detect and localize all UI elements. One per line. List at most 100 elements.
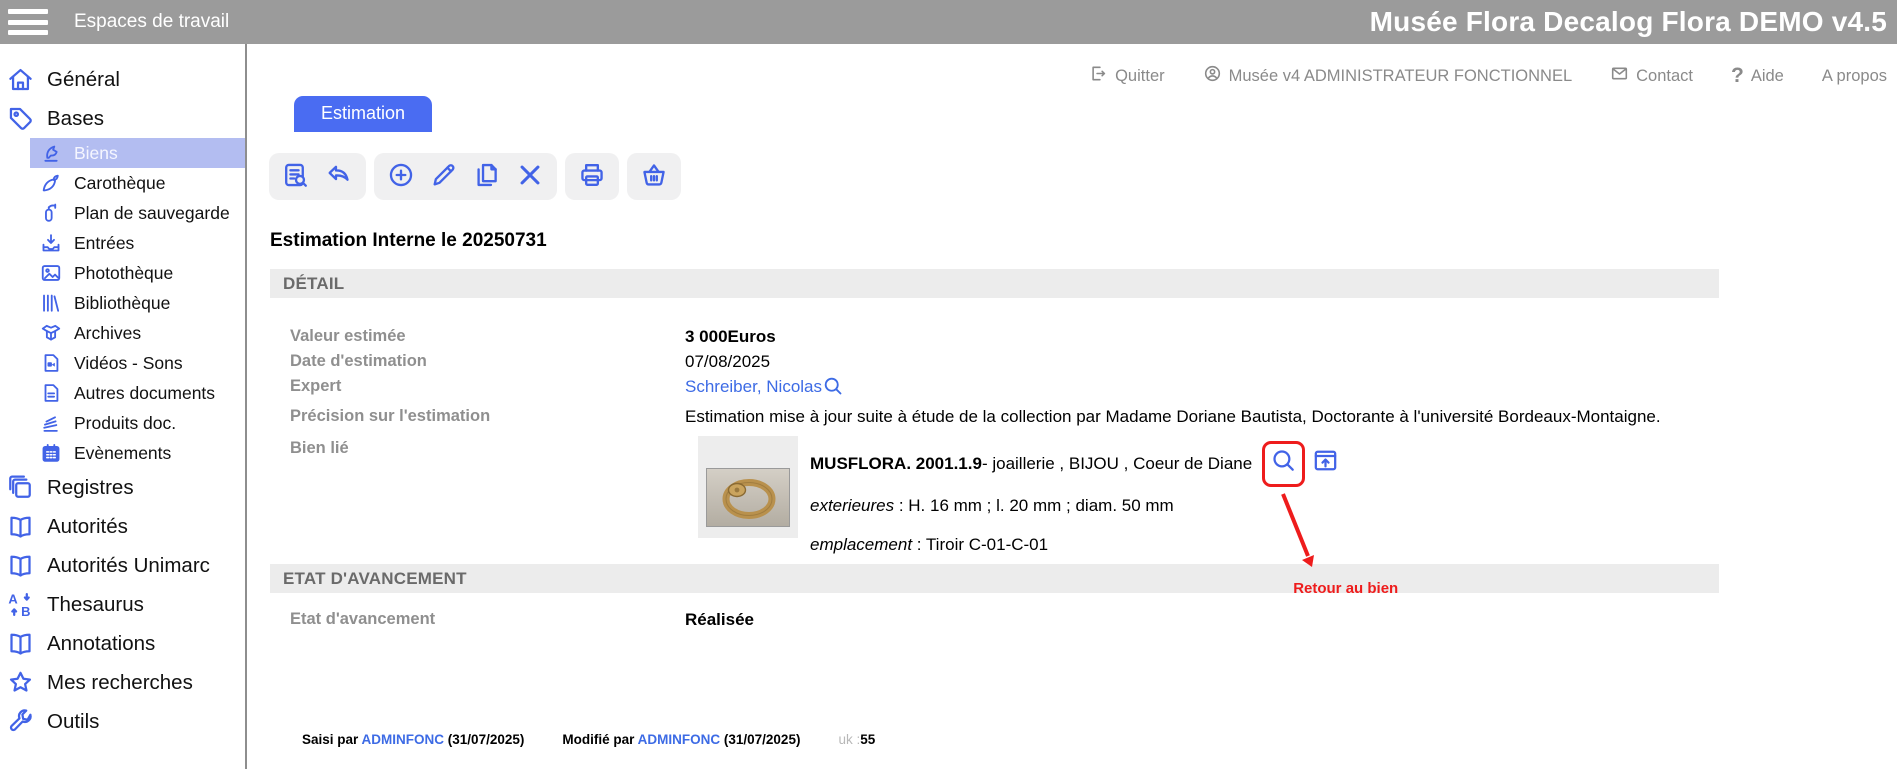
- plus-circle-icon: [387, 161, 415, 192]
- field-value: Réalisée: [685, 607, 754, 632]
- sidebar-item-videos-sons[interactable]: Vidéos - Sons: [30, 348, 245, 378]
- sidebar-item-label: Entrées: [74, 233, 134, 254]
- section-progress-header: ETAT D'AVANCEMENT: [270, 564, 1719, 593]
- uk-info: uk :55: [838, 732, 875, 747]
- app-title: Musée Flora Decalog Flora DEMO v4.5: [1370, 6, 1887, 38]
- sidebar-item-thesaurus[interactable]: ABThesaurus: [0, 585, 245, 624]
- expert-link[interactable]: Schreiber, Nicolas: [685, 377, 822, 396]
- sidebar-item-general[interactable]: Général: [0, 60, 245, 99]
- sidebar-item-label: Produits doc.: [74, 413, 176, 434]
- linked-item-code: MUSFLORA. 2001.1.9: [810, 452, 982, 476]
- sidebar-item-phototheque[interactable]: Photothèque: [30, 258, 245, 288]
- dimensions-label: exterieures: [810, 496, 894, 515]
- linked-item-thumbnail[interactable]: [698, 436, 798, 538]
- record-footer: Saisi par ADMINFONC (31/07/2025) Modifié…: [302, 732, 1897, 747]
- ring-photo: [706, 468, 790, 527]
- sidebar-item-bibliotheque[interactable]: Bibliothèque: [30, 288, 245, 318]
- sidebar-item-outils[interactable]: Outils: [0, 702, 245, 741]
- sidebar-item-label: Bibliothèque: [74, 293, 170, 314]
- sidebar-item-biens[interactable]: Biens: [30, 138, 245, 168]
- open-record-button[interactable]: [1270, 447, 1297, 481]
- paper-stack-icon: [40, 412, 62, 434]
- sidebar-item-label: Autorités Unimarc: [47, 554, 210, 578]
- copy-icon: [473, 161, 501, 192]
- menu-icon[interactable]: [8, 9, 48, 35]
- basket-button[interactable]: [640, 161, 668, 192]
- duplicate-button[interactable]: [473, 161, 501, 192]
- field-row-expert: Expert Schreiber, Nicolas: [270, 374, 1897, 404]
- pencil-icon: [430, 161, 458, 192]
- x-cross-icon: [516, 161, 544, 192]
- sidebar-item-annotations[interactable]: Annotations: [0, 624, 245, 663]
- user-menu[interactable]: Musée v4 ADMINISTRATEUR FONCTIONNEL: [1203, 64, 1573, 88]
- expert-lookup-button[interactable]: [822, 375, 844, 404]
- sidebar-item-label: Mes recherches: [47, 671, 193, 695]
- print-button[interactable]: [578, 161, 606, 192]
- sidebar-item-label: Général: [47, 68, 120, 92]
- registers-icon: [7, 474, 34, 501]
- magnifier-icon: [822, 375, 844, 404]
- delete-button[interactable]: [516, 161, 544, 192]
- field-label: Bien lié: [270, 436, 685, 461]
- field-value: 3 000Euros: [685, 324, 776, 349]
- saisi-info: Saisi par ADMINFONC (31/07/2025): [302, 732, 524, 747]
- user-label: Musée v4 ADMINISTRATEUR FONCTIONNEL: [1229, 67, 1573, 86]
- highlight-box: Retour au bien: [1262, 441, 1305, 487]
- sidebar-item-bases[interactable]: Bases: [0, 99, 245, 138]
- inbox-download-icon: [40, 232, 62, 254]
- aide-label: Aide: [1751, 67, 1784, 86]
- saisi-user-link[interactable]: ADMINFONC: [362, 732, 445, 747]
- sidebar-item-entrees[interactable]: Entrées: [30, 228, 245, 258]
- section-detail-header: DÉTAIL: [270, 269, 1719, 298]
- location-label: emplacement: [810, 535, 912, 554]
- detail-fields: Valeur estimée 3 000Euros Date d'estimat…: [270, 324, 1897, 557]
- fire-extinguisher-icon: [40, 202, 62, 224]
- contact-link[interactable]: Contact: [1610, 64, 1693, 88]
- sort-ab-icon: AB: [7, 591, 34, 618]
- sidebar-item-produits-doc[interactable]: Produits doc.: [30, 408, 245, 438]
- open-window-button[interactable]: [1312, 447, 1339, 481]
- sidebar-item-autorites[interactable]: Autorités: [0, 507, 245, 546]
- sidebar-item-label: Plan de sauvegarde: [74, 203, 230, 224]
- field-row-bien-lie: Bien lié: [270, 436, 1897, 557]
- sidebar-item-autres-documents[interactable]: Autres documents: [30, 378, 245, 408]
- section-progress-title: ETAT D'AVANCEMENT: [283, 569, 467, 589]
- dimensions-value: : H. 16 mm ; l. 20 mm ; diam. 50 mm: [894, 496, 1174, 515]
- sidebar-item-archives[interactable]: Archives: [30, 318, 245, 348]
- user-icon: [1203, 64, 1222, 88]
- tab-estimation[interactable]: Estimation: [294, 96, 432, 132]
- list-search-icon: [282, 161, 310, 192]
- printer-icon: [578, 161, 606, 192]
- topbar-links: Quitter Musée v4 ADMINISTRATEUR FONCTION…: [247, 64, 1897, 88]
- annotation-label: Retour au bien: [1293, 577, 1398, 601]
- aide-link[interactable]: ? Aide: [1731, 64, 1784, 88]
- undo-arrow-icon: [325, 161, 353, 192]
- quitter-link[interactable]: Quitter: [1089, 64, 1165, 88]
- sidebar-item-autorites-unimarc[interactable]: Autorités Unimarc: [0, 546, 245, 585]
- toolbar-group: [627, 153, 681, 200]
- photo-icon: [40, 262, 62, 284]
- sidebar-item-registres[interactable]: Registres: [0, 468, 245, 507]
- sidebar-item-label: Annotations: [47, 632, 155, 656]
- field-row-etat: Etat d'avancement Réalisée: [270, 607, 1897, 632]
- tag-icon: [7, 105, 34, 132]
- sidebar-item-plan-de-sauvegarde[interactable]: Plan de sauvegarde: [30, 198, 245, 228]
- logout-icon: [1089, 64, 1108, 88]
- toolbar: [269, 153, 1897, 200]
- top-header: Espaces de travail Musée Flora Decalog F…: [0, 0, 1897, 44]
- workspace-label: Espaces de travail: [74, 11, 229, 33]
- sidebar-item-label: Evènements: [74, 443, 171, 464]
- sidebar-item-carotheque[interactable]: Carothèque: [30, 168, 245, 198]
- apropos-link[interactable]: A propos: [1822, 67, 1887, 86]
- back-button[interactable]: [325, 161, 353, 192]
- field-label: Précision sur l'estimation: [270, 404, 685, 429]
- display-list-button[interactable]: [282, 161, 310, 192]
- edit-button[interactable]: [430, 161, 458, 192]
- magnifier-icon: [1270, 447, 1297, 481]
- add-button[interactable]: [387, 161, 415, 192]
- sidebar-item-label: Outils: [47, 710, 99, 734]
- sidebar-item-evenements[interactable]: Evènements: [30, 438, 245, 468]
- sidebar-item-mes-recherches[interactable]: Mes recherches: [0, 663, 245, 702]
- modifie-user-link[interactable]: ADMINFONC: [638, 732, 721, 747]
- toolbar-group: [565, 153, 619, 200]
